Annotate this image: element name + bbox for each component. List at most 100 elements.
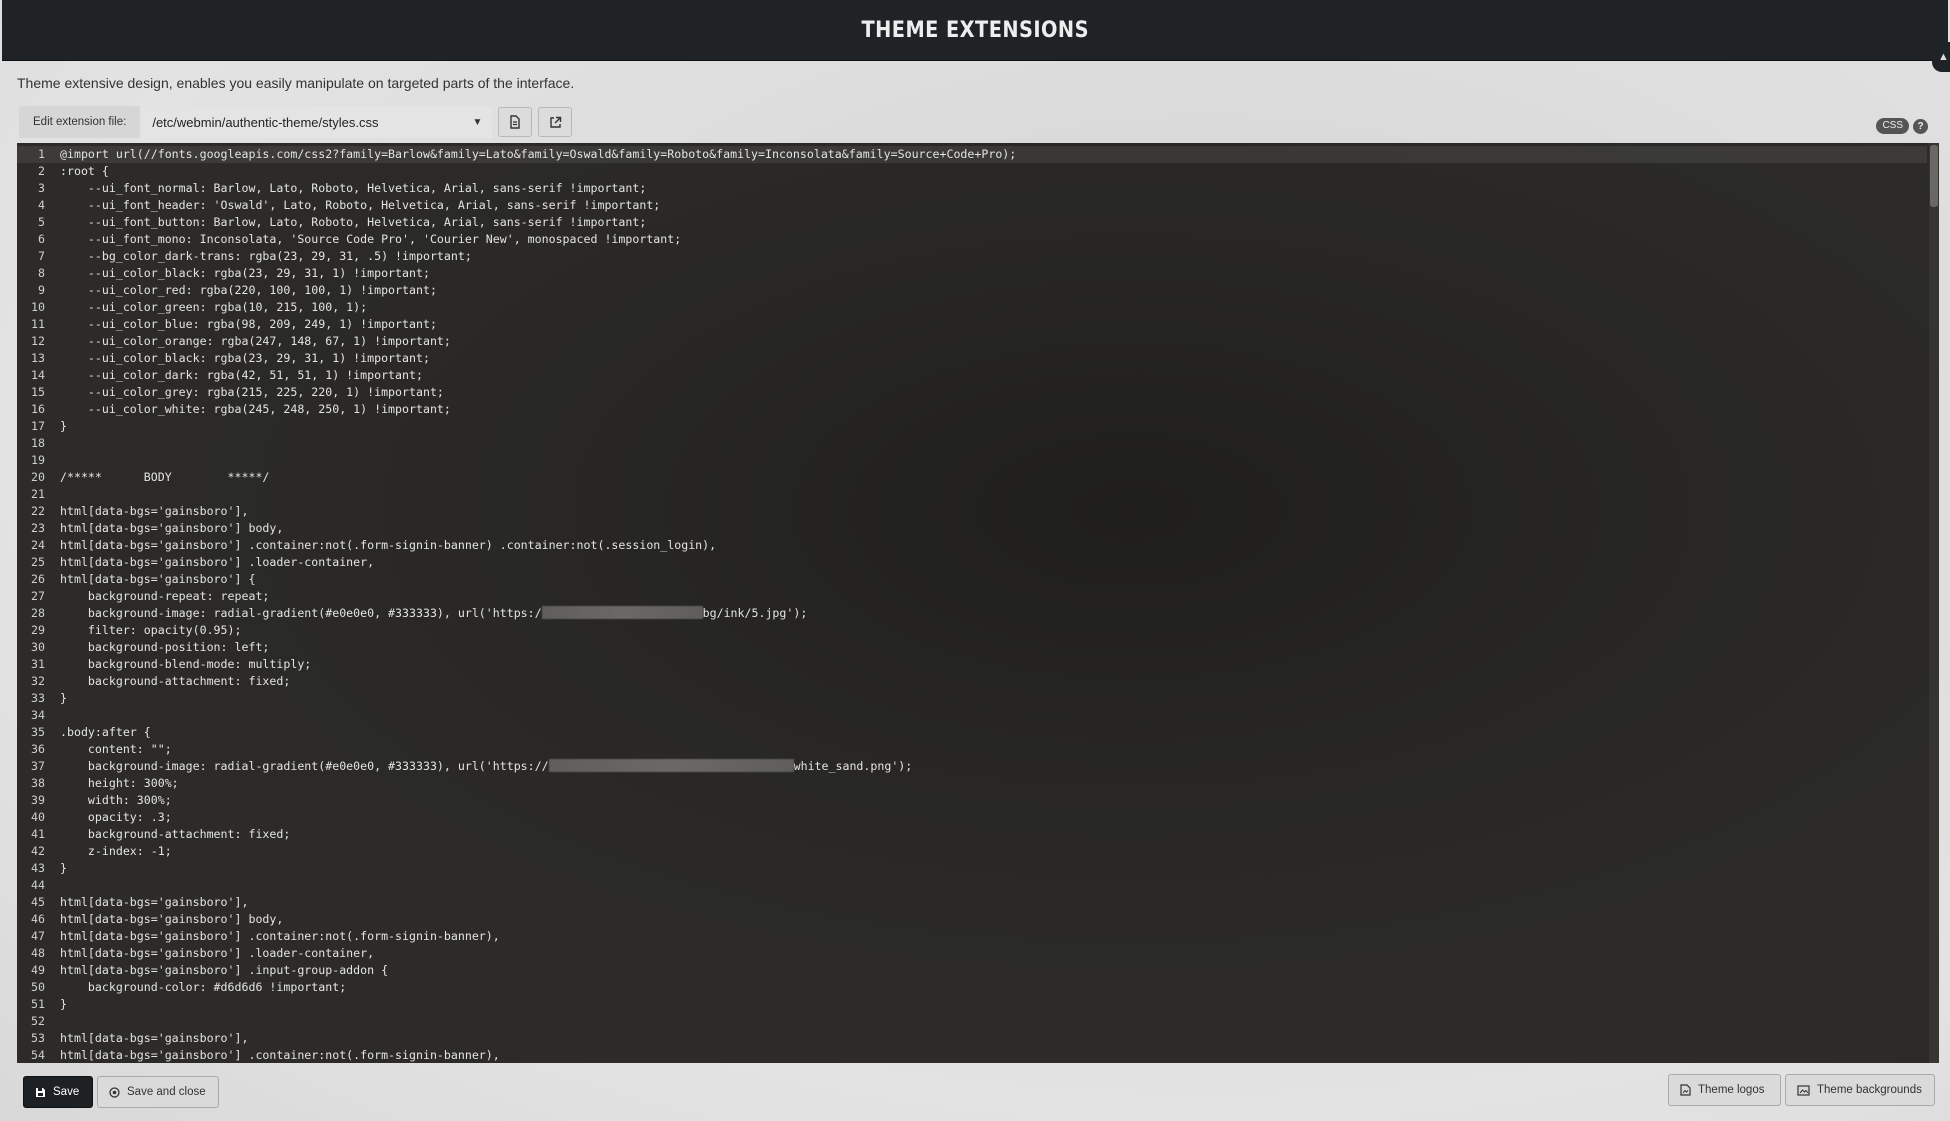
code-line[interactable]: 4 --ui_font_header: 'Oswald', Lato, Robo… bbox=[17, 197, 1927, 214]
code-line[interactable]: 20 /***** BODY *****/ bbox=[17, 469, 1927, 486]
code-line[interactable]: 7 --bg_color_dark-trans: rgba(23, 29, 31… bbox=[17, 248, 1927, 265]
code-text: background-attachment: fixed; bbox=[60, 827, 291, 841]
code-line[interactable]: 30 background-position: left; bbox=[17, 639, 1927, 656]
line-number: 5 bbox=[38, 215, 45, 229]
code-editor[interactable]: 1 @import url(//fonts.googleapis.com/css2… bbox=[17, 143, 1939, 1063]
code-line[interactable]: 50 background-color: #d6d6d6 !important; bbox=[17, 979, 1927, 996]
code-lines: 1 @import url(//fonts.googleapis.com/css2… bbox=[17, 146, 1927, 1063]
code-line[interactable]: 54 html[data-bgs='gainsboro'] .container:… bbox=[17, 1047, 1927, 1063]
code-line[interactable]: 35 .body:after { bbox=[17, 724, 1927, 741]
line-number: 42 bbox=[31, 844, 45, 858]
editor-badges: CSS ? bbox=[1876, 118, 1928, 134]
code-line[interactable]: 41 background-attachment: fixed; bbox=[17, 826, 1927, 843]
code-line[interactable]: 11 --ui_color_blue: rgba(98, 209, 249, 1… bbox=[17, 316, 1927, 333]
theme-logos-button[interactable]: Theme logos bbox=[1668, 1074, 1781, 1106]
code-line[interactable]: 52 bbox=[17, 1013, 1927, 1030]
code-text: } bbox=[60, 997, 67, 1011]
code-line[interactable]: 22 html[data-bgs='gainsboro'], bbox=[17, 503, 1927, 520]
notification-tab[interactable]: ▲ bbox=[1932, 42, 1950, 72]
code-line[interactable]: 49 html[data-bgs='gainsboro'] .input-grou… bbox=[17, 962, 1927, 979]
line-number: 40 bbox=[31, 810, 45, 824]
code-line[interactable]: 26 html[data-bgs='gainsboro'] { bbox=[17, 571, 1927, 588]
scrollbar-thumb[interactable] bbox=[1930, 145, 1938, 207]
code-line[interactable]: 3 --ui_font_normal: Barlow, Lato, Roboto… bbox=[17, 180, 1927, 197]
theme-backgrounds-button[interactable]: Theme backgrounds bbox=[1785, 1074, 1935, 1106]
code-line[interactable]: 8 --ui_color_black: rgba(23, 29, 31, 1) … bbox=[17, 265, 1927, 282]
line-number: 11 bbox=[31, 317, 45, 331]
code-text: background-repeat: repeat; bbox=[60, 589, 270, 603]
code-line[interactable]: 29 filter: opacity(0.95); bbox=[17, 622, 1927, 639]
code-line[interactable]: 38 height: 300%; bbox=[17, 775, 1927, 792]
code-text: --ui_font_normal: Barlow, Lato, Roboto, … bbox=[60, 181, 647, 195]
code-line[interactable]: 36 content: ""; bbox=[17, 741, 1927, 758]
code-line[interactable]: 1 @import url(//fonts.googleapis.com/css2… bbox=[17, 146, 1927, 163]
file-select[interactable]: /etc/webmin/authentic-theme/styles.css ▼ bbox=[140, 106, 493, 138]
code-line[interactable]: 40 opacity: .3; bbox=[17, 809, 1927, 826]
code-text: background-color: #d6d6d6 !important; bbox=[60, 980, 347, 994]
line-number: 25 bbox=[31, 555, 45, 569]
save-and-close-label: Save and close bbox=[127, 1086, 206, 1098]
code-line[interactable]: 14 --ui_color_dark: rgba(42, 51, 51, 1) … bbox=[17, 367, 1927, 384]
code-text: html[data-bgs='gainsboro'], bbox=[60, 1031, 249, 1045]
code-line[interactable]: 31 background-blend-mode: multiply; bbox=[17, 656, 1927, 673]
code-line[interactable]: 27 background-repeat: repeat; bbox=[17, 588, 1927, 605]
code-line[interactable]: 21 bbox=[17, 486, 1927, 503]
code-line[interactable]: 5 --ui_font_button: Barlow, Lato, Roboto… bbox=[17, 214, 1927, 231]
line-number: 12 bbox=[31, 334, 45, 348]
theme-backgrounds-label: Theme backgrounds bbox=[1817, 1084, 1922, 1096]
code-line[interactable]: 37 background-image: radial-gradient(#e0… bbox=[17, 758, 1927, 775]
code-line[interactable]: 46 html[data-bgs='gainsboro'] body, bbox=[17, 911, 1927, 928]
code-line[interactable]: 39 width: 300%; bbox=[17, 792, 1927, 809]
code-line[interactable]: 44 bbox=[17, 877, 1927, 894]
code-text: width: 300%; bbox=[60, 793, 172, 807]
code-text: html[data-bgs='gainsboro'] .container:no… bbox=[60, 929, 500, 943]
help-icon[interactable]: ? bbox=[1913, 118, 1928, 134]
code-line[interactable]: 32 background-attachment: fixed; bbox=[17, 673, 1927, 690]
code-line[interactable]: 47 html[data-bgs='gainsboro'] .container:… bbox=[17, 928, 1927, 945]
line-number: 47 bbox=[31, 929, 45, 943]
code-line[interactable]: 9 --ui_color_red: rgba(220, 100, 100, 1)… bbox=[17, 282, 1927, 299]
code-line[interactable]: 48 html[data-bgs='gainsboro'] .loader-con… bbox=[17, 945, 1927, 962]
line-number: 27 bbox=[31, 589, 45, 603]
code-line[interactable]: 24 html[data-bgs='gainsboro'] .container:… bbox=[17, 537, 1927, 554]
code-line[interactable]: 33} bbox=[17, 690, 1927, 707]
code-line[interactable]: 25 html[data-bgs='gainsboro'] .loader-con… bbox=[17, 554, 1927, 571]
save-button[interactable]: Save bbox=[23, 1076, 93, 1108]
code-line[interactable]: 23 html[data-bgs='gainsboro'] body, bbox=[17, 520, 1927, 537]
css-mode-badge: CSS bbox=[1876, 118, 1909, 134]
code-text: --ui_font_header: 'Oswald', Lato, Roboto… bbox=[60, 198, 661, 212]
line-number: 10 bbox=[31, 300, 45, 314]
code-line[interactable]: 16 --ui_color_white: rgba(245, 248, 250,… bbox=[17, 401, 1927, 418]
code-line[interactable]: 15 --ui_color_grey: rgba(215, 225, 220, … bbox=[17, 384, 1927, 401]
open-file-button[interactable] bbox=[538, 107, 573, 137]
code-line[interactable]: 17} bbox=[17, 418, 1927, 435]
code-text: /***** BODY *****/ bbox=[60, 470, 270, 484]
page-description: Theme extensive design, enables you easi… bbox=[17, 75, 575, 91]
code-line[interactable]: 45 html[data-bgs='gainsboro'], bbox=[17, 894, 1927, 911]
code-text: --ui_color_green: rgba(10, 215, 100, 1); bbox=[60, 300, 368, 314]
line-number: 6 bbox=[38, 232, 45, 246]
save-and-close-button[interactable]: Save and close bbox=[97, 1076, 219, 1108]
code-line[interactable]: 19 bbox=[17, 452, 1927, 469]
code-text: --ui_color_red: rgba(220, 100, 100, 1) !… bbox=[60, 283, 437, 297]
line-number: 23 bbox=[31, 521, 45, 535]
code-line[interactable]: 2:root { bbox=[17, 163, 1927, 180]
code-line[interactable]: 28 background-image: radial-gradient(#e0… bbox=[17, 605, 1927, 622]
code-line[interactable]: 18 bbox=[17, 435, 1927, 452]
code-line[interactable]: 42 z-index: -1; bbox=[17, 843, 1927, 860]
code-line[interactable]: 6 --ui_font_mono: Inconsolata, 'Source C… bbox=[17, 231, 1927, 248]
editor-scrollbar[interactable] bbox=[1929, 143, 1939, 1063]
code-line[interactable]: 10 --ui_color_green: rgba(10, 215, 100, … bbox=[17, 299, 1927, 316]
code-line[interactable]: 51} bbox=[17, 996, 1927, 1013]
code-line[interactable]: 12 --ui_color_orange: rgba(247, 148, 67,… bbox=[17, 333, 1927, 350]
code-text: background-blend-mode: multiply; bbox=[60, 657, 312, 671]
code-line[interactable]: 34 bbox=[17, 707, 1927, 724]
code-line[interactable]: 43} bbox=[17, 860, 1927, 877]
code-line[interactable]: 53 html[data-bgs='gainsboro'], bbox=[17, 1030, 1927, 1047]
code-text: html[data-bgs='gainsboro'] .loader-conta… bbox=[60, 946, 375, 960]
line-number: 17 bbox=[31, 419, 45, 433]
line-number: 31 bbox=[31, 657, 45, 671]
code-line[interactable]: 13 --ui_color_black: rgba(23, 29, 31, 1)… bbox=[17, 350, 1927, 367]
code-text: html[data-bgs='gainsboro'], bbox=[60, 895, 249, 909]
copy-file-button[interactable] bbox=[498, 107, 533, 137]
